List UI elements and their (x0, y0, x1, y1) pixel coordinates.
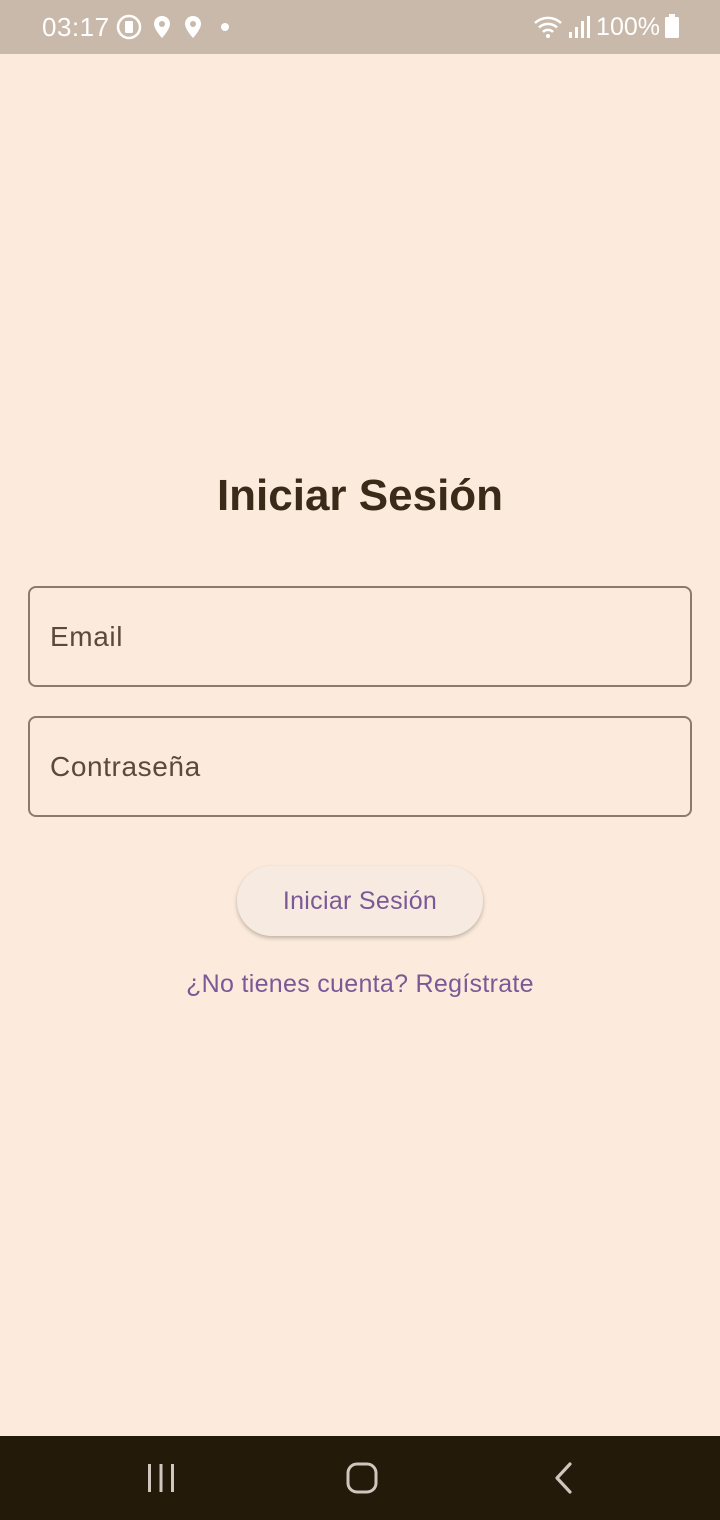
location-icon (178, 12, 208, 42)
password-field[interactable]: Contraseña (28, 716, 692, 817)
location-icon (147, 12, 177, 42)
email-field[interactable]: Email (28, 586, 692, 687)
data-saver-icon (114, 12, 144, 42)
page-title: Iniciar Sesión (216, 471, 504, 520)
wifi-icon (533, 12, 563, 42)
dot-icon (210, 12, 240, 42)
email-field-label: Email (50, 621, 124, 652)
battery-percentage: 100% (596, 13, 660, 41)
signal-icon (565, 12, 595, 42)
password-field-label: Contraseña (50, 751, 201, 782)
battery-icon (662, 12, 682, 42)
status-bar: 03:17 100% (0, 0, 720, 54)
home-icon[interactable] (342, 1458, 382, 1498)
navigation-bar (0, 1436, 720, 1520)
register-link[interactable]: ¿No tienes cuenta? Regístrate (0, 966, 720, 1002)
recent-apps-icon[interactable] (141, 1458, 181, 1498)
status-time: 03:17 (42, 12, 110, 42)
login-button[interactable]: Iniciar Sesión (237, 866, 483, 936)
back-icon[interactable] (544, 1458, 584, 1498)
